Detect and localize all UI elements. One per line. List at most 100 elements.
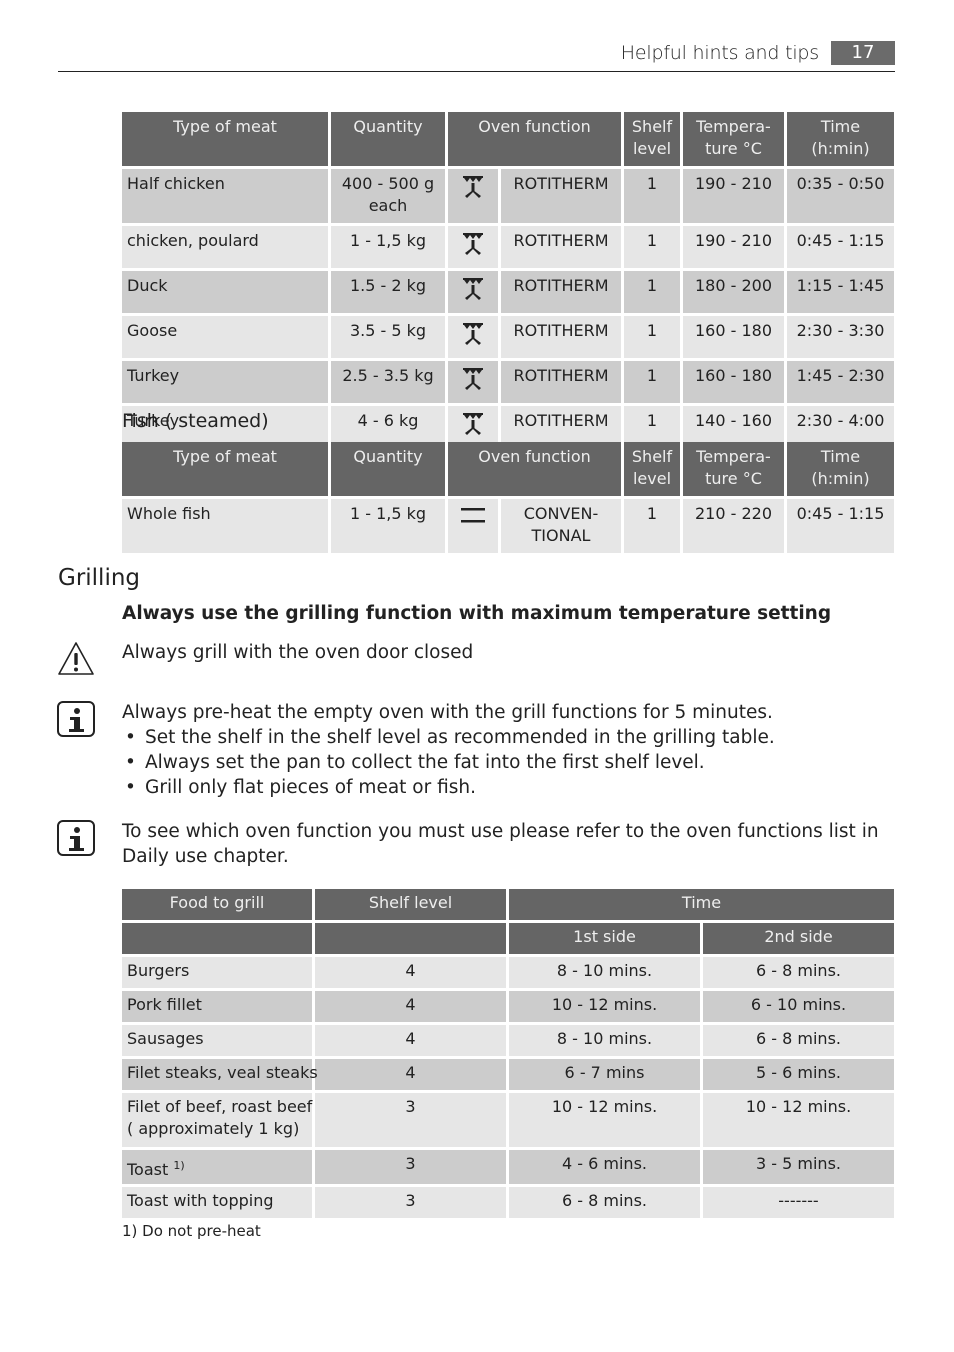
header-1st-side: 1st side (509, 923, 700, 954)
header-empty (122, 923, 312, 954)
header-type: Type of meat (122, 112, 328, 166)
time: 1:15 - 1:45 (787, 271, 894, 313)
oven-function: CONVEN- TIONAL (501, 499, 621, 553)
time-2nd-side: 5 - 6 mins. (703, 1059, 894, 1090)
temperature: 190 - 210 (683, 226, 784, 268)
fish-table: Type of meat Quantity Oven function Shel… (119, 439, 897, 556)
time-2nd-side: 6 - 10 mins. (703, 991, 894, 1022)
food-name: Burgers (122, 957, 312, 988)
shelf-level: 1 (624, 271, 680, 313)
warning-text: Always grill with the oven door closed (122, 642, 474, 663)
table-row: Goose 3.5 - 5 kg ROTITHERM 1 160 - 180 2… (122, 316, 894, 358)
table-row: Duck 1.5 - 2 kg ROTITHERM 1 180 - 200 1:… (122, 271, 894, 313)
meat-type: Goose (122, 316, 328, 358)
header-time: Time (h:min) (787, 112, 894, 166)
time-2nd-side: 10 - 12 mins. (703, 1093, 894, 1147)
table-row: Filet steaks, veal steaks 4 6 - 7 mins 5… (122, 1059, 894, 1090)
header-type: Type of meat (122, 442, 328, 496)
shelf-level: 3 (315, 1187, 506, 1218)
oven-function: ROTITHERM (501, 316, 621, 358)
food-name-line1: Filet of beef, roast beef (127, 1097, 313, 1116)
time-2nd-side: 6 - 8 mins. (703, 957, 894, 988)
header-time-line1: Time (820, 117, 861, 136)
header-temperature: Tempera-ture °C (683, 442, 784, 496)
table-row: Filet of beef, roast beef ( approximately… (122, 1093, 894, 1147)
shelf-level: 1 (624, 226, 680, 268)
table-row: Sausages 4 8 - 10 mins. 6 - 8 mins. (122, 1025, 894, 1056)
page-number: 17 (831, 41, 895, 65)
rotitherm-icon (448, 169, 498, 223)
header-oven-function: Oven function (448, 442, 621, 496)
temperature: 160 - 180 (683, 361, 784, 403)
info-icon (57, 701, 95, 737)
header-time: Time (h:min) (787, 442, 894, 496)
header-shelf-line1: Shelf (631, 447, 673, 466)
food-name: Toast 1) (122, 1150, 312, 1184)
time-1st-side: 10 - 12 mins. (509, 991, 700, 1022)
footnote: 1) Do not pre-heat (122, 1222, 261, 1240)
rotitherm-icon (448, 361, 498, 403)
section-title: Helpful hints and tips (620, 42, 819, 64)
table-row: Half chicken 400 - 500 g each ROTITHERM 1… (122, 169, 894, 223)
header-temp-line1: Tempera- (696, 447, 771, 466)
table-row: Toast with topping 3 6 - 8 mins. ------- (122, 1187, 894, 1218)
table-row: Burgers 4 8 - 10 mins. 6 - 8 mins. (122, 957, 894, 988)
table-row: Whole fish 1 - 1,5 kg CONVEN- TIONAL 1 21… (122, 499, 894, 553)
header-time-line1: Time (820, 447, 861, 466)
shelf-level: 4 (315, 1025, 506, 1056)
header-shelf-line2: level (632, 469, 672, 488)
header-time: Time (509, 889, 894, 920)
quantity-line2: each (368, 196, 408, 215)
info-icon (57, 820, 95, 856)
header-shelf-line2: level (632, 139, 672, 158)
shelf-level: 1 (624, 499, 680, 553)
header-shelf-line1: Shelf (631, 117, 673, 136)
shelf-level: 4 (315, 957, 506, 988)
shelf-level: 4 (315, 1059, 506, 1090)
header-oven-function: Oven function (448, 112, 621, 166)
shelf-level: 1 (624, 169, 680, 223)
info-note-functions: To see which oven function you must use … (122, 821, 879, 867)
time-1st-side: 4 - 6 mins. (509, 1150, 700, 1184)
time-1st-side: 10 - 12 mins. (509, 1093, 700, 1147)
fish-quantity: 1 - 1,5 kg (331, 499, 445, 553)
time: 0:45 - 1:15 (787, 226, 894, 268)
oven-function: ROTITHERM (501, 271, 621, 313)
time: 0:45 - 1:15 (787, 499, 894, 553)
header-temp-line2: ture °C (705, 139, 762, 158)
time-2nd-side: 3 - 5 mins. (703, 1150, 894, 1184)
shelf-level: 1 (624, 316, 680, 358)
time-1st-side: 8 - 10 mins. (509, 1025, 700, 1056)
oven-function: ROTITHERM (501, 169, 621, 223)
food-name-text: Toast (127, 1160, 169, 1179)
header-shelf-level: Shelf level (315, 889, 506, 920)
time-1st-side: 8 - 10 mins. (509, 957, 700, 988)
header-food: Food to grill (122, 889, 312, 920)
header-empty (315, 923, 506, 954)
header-quantity: Quantity (331, 442, 445, 496)
table-row: chicken, poulard 1 - 1,5 kg ROTITHERM 1 … (122, 226, 894, 268)
time: 0:35 - 0:50 (787, 169, 894, 223)
header-temp-line1: Tempera- (696, 117, 771, 136)
fish-type: Whole fish (122, 499, 328, 553)
header-shelf-level: Shelf level (624, 112, 680, 166)
page-header: Helpful hints and tips 17 (58, 40, 895, 72)
meat-type: Duck (122, 271, 328, 313)
meat-type: Turkey (122, 361, 328, 403)
header-time-line2: (h:min) (811, 469, 870, 488)
footnote-marker: 1) (173, 1159, 185, 1172)
info-note-preheat: Always pre-heat the empty oven with the … (122, 700, 902, 800)
meat-quantity: 2.5 - 3.5 kg (331, 361, 445, 403)
function-line1: CONVEN- (523, 504, 599, 523)
header-shelf-level: Shelf level (624, 442, 680, 496)
shelf-level: 3 (315, 1150, 506, 1184)
conventional-icon (448, 499, 498, 553)
bullet-item: Set the shelf in the shelf level as reco… (122, 725, 902, 750)
shelf-level: 3 (315, 1093, 506, 1147)
meat-type: Half chicken (122, 169, 328, 223)
bullet-item: Always set the pan to collect the fat in… (122, 750, 902, 775)
food-name: Pork fillet (122, 991, 312, 1022)
rotitherm-icon (448, 316, 498, 358)
grilling-heading: Grilling (58, 565, 141, 591)
time-2nd-side: ------- (703, 1187, 894, 1218)
